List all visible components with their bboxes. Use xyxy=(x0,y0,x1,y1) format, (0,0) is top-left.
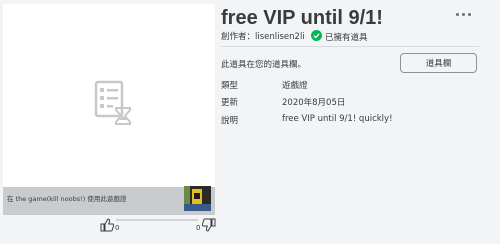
more-dot xyxy=(462,13,465,16)
inventory-notice: 此道具在您的道具欄。 xyxy=(221,60,307,70)
more-dot xyxy=(456,13,459,16)
divider xyxy=(221,46,479,47)
vote-row: 0 0 xyxy=(100,217,216,233)
item-thumbnail xyxy=(3,4,215,186)
owned-status: 已擁有道具 xyxy=(325,33,368,43)
vote-ratio-bar xyxy=(116,219,198,221)
check-circle-icon xyxy=(311,30,322,41)
creator-label: 創作者： xyxy=(221,32,256,42)
game-strip-text[interactable]: 在 the game(kill noobs!) 使用此遊戲證 xyxy=(7,193,126,203)
detail-label-type: 類型 xyxy=(221,81,239,91)
detail-value-description: free VIP until 9/1! quickly! xyxy=(282,114,393,124)
creator-row: 創作者：lisenlisen2li xyxy=(221,30,305,42)
detail-value-updated: 2020年8月05日 xyxy=(282,98,346,108)
inventory-button[interactable]: 道具欄 xyxy=(400,53,477,73)
thumbs-up-icon[interactable] xyxy=(100,218,114,232)
thumbs-down-icon[interactable] xyxy=(202,218,216,232)
detail-label-updated: 更新 xyxy=(221,98,239,108)
item-placeholder-icon xyxy=(94,80,131,125)
detail-value-type: 遊戲證 xyxy=(282,81,308,91)
item-title: free VIP until 9/1! xyxy=(221,7,383,29)
creator-link[interactable]: lisenlisen2li xyxy=(255,32,305,42)
game-thumbnail[interactable] xyxy=(184,186,211,211)
detail-label-description: 說明 xyxy=(221,116,239,126)
more-dot xyxy=(468,13,471,16)
item-thumbnail-card: 在 the game(kill noobs!) 使用此遊戲證 xyxy=(3,4,215,215)
upvote-count: 0 xyxy=(115,224,120,232)
more-options-button[interactable] xyxy=(456,10,472,20)
downvote-count: 0 xyxy=(196,224,201,232)
game-thumbnail-art xyxy=(184,186,211,211)
